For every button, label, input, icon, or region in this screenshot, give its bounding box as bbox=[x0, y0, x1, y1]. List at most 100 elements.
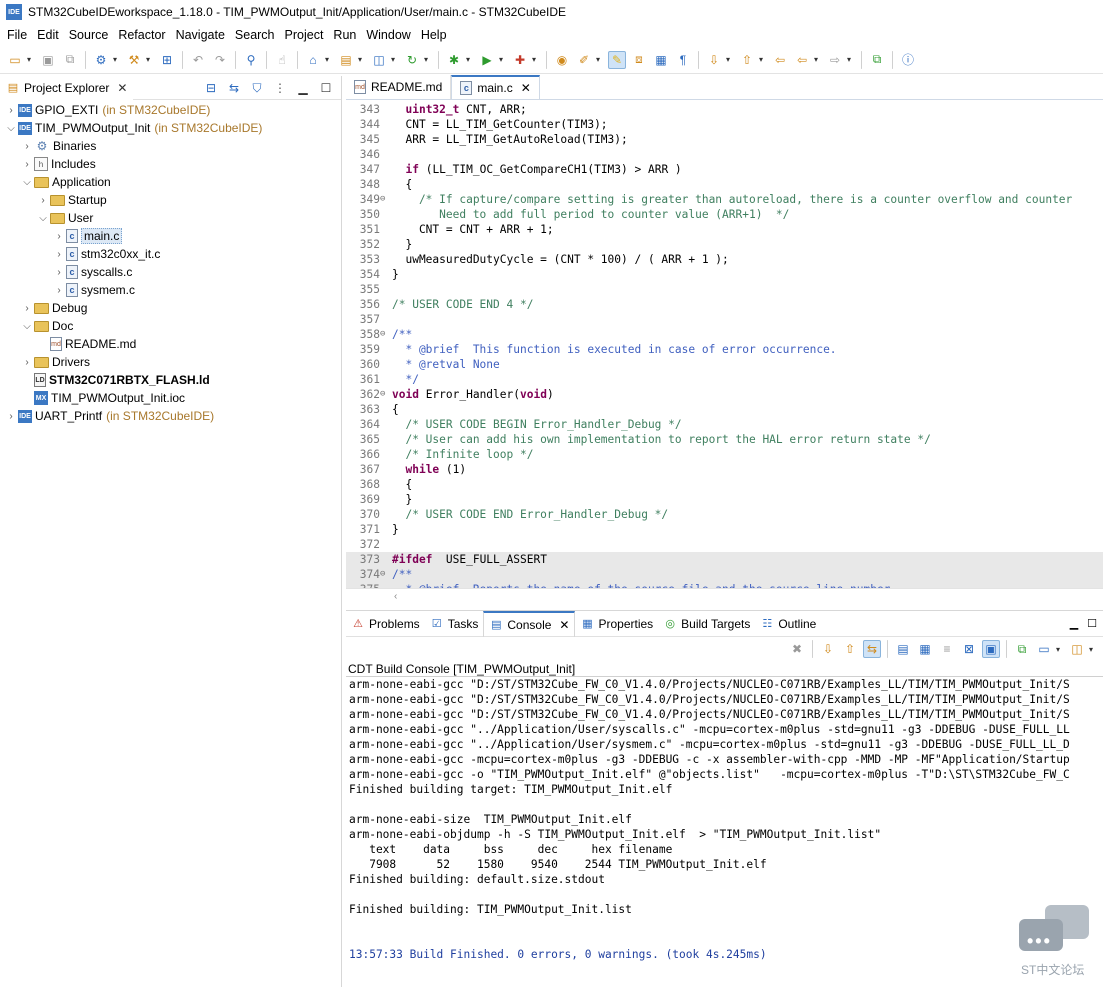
tree-item[interactable]: md README.md bbox=[0, 335, 341, 353]
tree-item[interactable]: › ⚙ Binaries bbox=[0, 137, 341, 155]
new-console-icon[interactable]: ◫ bbox=[1068, 640, 1086, 658]
maximize-icon[interactable]: ☐ bbox=[317, 79, 335, 97]
prev-error-icon[interactable]: ⇧ bbox=[841, 640, 859, 658]
menu-navigate[interactable]: Navigate bbox=[171, 24, 230, 46]
new-file-icon[interactable]: ◫ bbox=[370, 51, 388, 69]
open-console-icon[interactable]: ⧉ bbox=[1013, 640, 1031, 658]
new-project-dropdown-icon[interactable]: ▾ bbox=[323, 51, 331, 69]
display-console-dropdown-icon[interactable]: ▾ bbox=[1054, 640, 1062, 658]
clear-console-icon[interactable]: ▦ bbox=[916, 640, 934, 658]
open-type-icon[interactable]: ◉ bbox=[553, 51, 571, 69]
run-dropdown-icon[interactable]: ▾ bbox=[497, 51, 505, 69]
menu-edit[interactable]: Edit bbox=[32, 24, 64, 46]
save-all-icon[interactable]: ⧉ bbox=[61, 51, 79, 69]
tab-main-c[interactable]: c main.c ✕ bbox=[451, 75, 540, 99]
tree-item[interactable]: ⌵ Application bbox=[0, 173, 341, 191]
new-console-dropdown-icon[interactable]: ▾ bbox=[1087, 640, 1095, 658]
forward-dropdown-icon[interactable]: ▾ bbox=[845, 51, 853, 69]
tree-item[interactable]: › c sysmem.c bbox=[0, 281, 341, 299]
collapsed-arrow-icon[interactable]: › bbox=[4, 105, 18, 116]
copy-icon[interactable]: ▤ bbox=[894, 640, 912, 658]
tab-build-targets[interactable]: ◎ Build Targets bbox=[658, 611, 755, 637]
tree-item[interactable]: › h Includes bbox=[0, 155, 341, 173]
refresh-dropdown-icon[interactable]: ▾ bbox=[422, 51, 430, 69]
debug-dropdown-icon[interactable]: ▾ bbox=[464, 51, 472, 69]
pin-console-icon[interactable]: ▣ bbox=[982, 640, 1000, 658]
block-select-icon[interactable]: ▦ bbox=[652, 51, 670, 69]
display-console-icon[interactable]: ▭ bbox=[1035, 640, 1053, 658]
touch-icon[interactable]: ☝ bbox=[273, 51, 291, 69]
undo-icon[interactable]: ↶ bbox=[189, 51, 207, 69]
tree-item[interactable]: › c main.c bbox=[0, 227, 341, 245]
collapsed-arrow-icon[interactable]: › bbox=[20, 303, 34, 314]
filter-icon[interactable]: ⛉ bbox=[248, 79, 266, 97]
binary-icon[interactable]: ⊞ bbox=[158, 51, 176, 69]
tree-item[interactable]: › c syscalls.c bbox=[0, 263, 341, 281]
terminate-icon[interactable]: ✖ bbox=[788, 640, 806, 658]
back-dropdown-icon[interactable]: ▾ bbox=[812, 51, 820, 69]
view-menu-icon[interactable]: ⋮ bbox=[271, 79, 289, 97]
expanded-arrow-icon[interactable]: ⌵ bbox=[36, 213, 50, 224]
expanded-arrow-icon[interactable]: ⌵ bbox=[4, 123, 18, 134]
settings-dropdown-icon[interactable]: ▾ bbox=[111, 51, 119, 69]
link-with-editor-icon[interactable]: ⇆ bbox=[225, 79, 243, 97]
expanded-arrow-icon[interactable]: ⌵ bbox=[20, 321, 34, 332]
tree-item[interactable]: MX TIM_PWMOutput_Init.ioc bbox=[0, 389, 341, 407]
save-icon[interactable]: ▣ bbox=[39, 51, 57, 69]
back-icon[interactable]: ⇦ bbox=[793, 51, 811, 69]
close-icon[interactable]: ✕ bbox=[521, 81, 531, 95]
tree-item[interactable]: › Startup bbox=[0, 191, 341, 209]
maximize-icon[interactable]: ☐ bbox=[1085, 616, 1099, 630]
collapsed-arrow-icon[interactable]: › bbox=[52, 285, 66, 296]
mark-occurrences-icon[interactable]: ⧈ bbox=[630, 51, 648, 69]
tree-item[interactable]: ⌵ Doc bbox=[0, 317, 341, 335]
external-tools-dropdown-icon[interactable]: ▾ bbox=[530, 51, 538, 69]
minimize-icon[interactable]: ▁ bbox=[1067, 616, 1081, 630]
minimize-icon[interactable]: ▁ bbox=[294, 79, 312, 97]
collapsed-arrow-icon[interactable]: › bbox=[20, 141, 34, 152]
collapsed-arrow-icon[interactable]: › bbox=[52, 231, 66, 242]
refresh-icon[interactable]: ↻ bbox=[403, 51, 421, 69]
tab-problems[interactable]: ⚠ Problems bbox=[346, 611, 425, 637]
tab-console[interactable]: ▤ Console ✕ bbox=[483, 610, 576, 637]
close-icon[interactable]: ✕ bbox=[559, 618, 569, 632]
tree-item[interactable]: › Debug bbox=[0, 299, 341, 317]
fold-toggle-icon[interactable]: ⊖ bbox=[380, 327, 392, 342]
tree-item[interactable]: › Drivers bbox=[0, 353, 341, 371]
next-annotation-icon[interactable]: ⇩ bbox=[705, 51, 723, 69]
debug-bug-icon[interactable]: ✱ bbox=[445, 51, 463, 69]
collapsed-arrow-icon[interactable]: › bbox=[52, 249, 66, 260]
redo-icon[interactable]: ↷ bbox=[211, 51, 229, 69]
collapse-all-icon[interactable]: ⊟ bbox=[202, 79, 220, 97]
menu-search[interactable]: Search bbox=[230, 24, 280, 46]
open-perspective-icon[interactable]: ⧉ bbox=[868, 51, 886, 69]
highlight-icon[interactable]: ✎ bbox=[608, 50, 626, 69]
prev-annotation-icon[interactable]: ⇧ bbox=[738, 51, 756, 69]
tree-item[interactable]: ⌵ IDE TIM_PWMOutput_Init (in STM32CubeIDE) bbox=[0, 119, 341, 137]
launch-dropdown-icon[interactable]: ▾ bbox=[594, 51, 602, 69]
run-icon[interactable]: ▶ bbox=[478, 51, 496, 69]
console-output[interactable]: arm-none-eabi-gcc "D:/ST/STM32Cube_FW_C0… bbox=[346, 677, 1103, 987]
prev-annotation-dropdown-icon[interactable]: ▾ bbox=[757, 51, 765, 69]
menu-refactor[interactable]: Refactor bbox=[113, 24, 170, 46]
collapsed-arrow-icon[interactable]: › bbox=[20, 159, 34, 170]
search-icon[interactable]: ⚲ bbox=[242, 51, 260, 69]
code-view[interactable]: 343 uint32_t CNT, ARR; 344 CNT = LL_TIM_G… bbox=[346, 102, 1103, 588]
tree-item[interactable]: ⌵ User bbox=[0, 209, 341, 227]
tab-properties[interactable]: ▦ Properties bbox=[575, 611, 658, 637]
expanded-arrow-icon[interactable]: ⌵ bbox=[20, 177, 34, 188]
horizontal-scrollbar[interactable]: ‹ bbox=[346, 588, 1103, 604]
menu-window[interactable]: Window bbox=[361, 24, 415, 46]
new-dropdown-icon[interactable]: ▾ bbox=[25, 51, 33, 69]
forward-icon[interactable]: ⇨ bbox=[826, 51, 844, 69]
next-annotation-dropdown-icon[interactable]: ▾ bbox=[724, 51, 732, 69]
tab-project-explorer[interactable]: ▤ Project Explorer ✕ bbox=[0, 75, 134, 100]
tree-item[interactable]: LD STM32C071RBTX_FLASH.ld bbox=[0, 371, 341, 389]
next-error-icon[interactable]: ⇩ bbox=[819, 640, 837, 658]
new-file-dropdown-icon[interactable]: ▾ bbox=[389, 51, 397, 69]
info-icon[interactable]: ⓘ bbox=[899, 51, 917, 69]
tree-item[interactable]: › c stm32c0xx_it.c bbox=[0, 245, 341, 263]
build-dropdown-icon[interactable]: ▾ bbox=[144, 51, 152, 69]
collapsed-arrow-icon[interactable]: › bbox=[4, 411, 18, 422]
tree-item[interactable]: › IDE UART_Printf (in STM32CubeIDE) bbox=[0, 407, 341, 425]
